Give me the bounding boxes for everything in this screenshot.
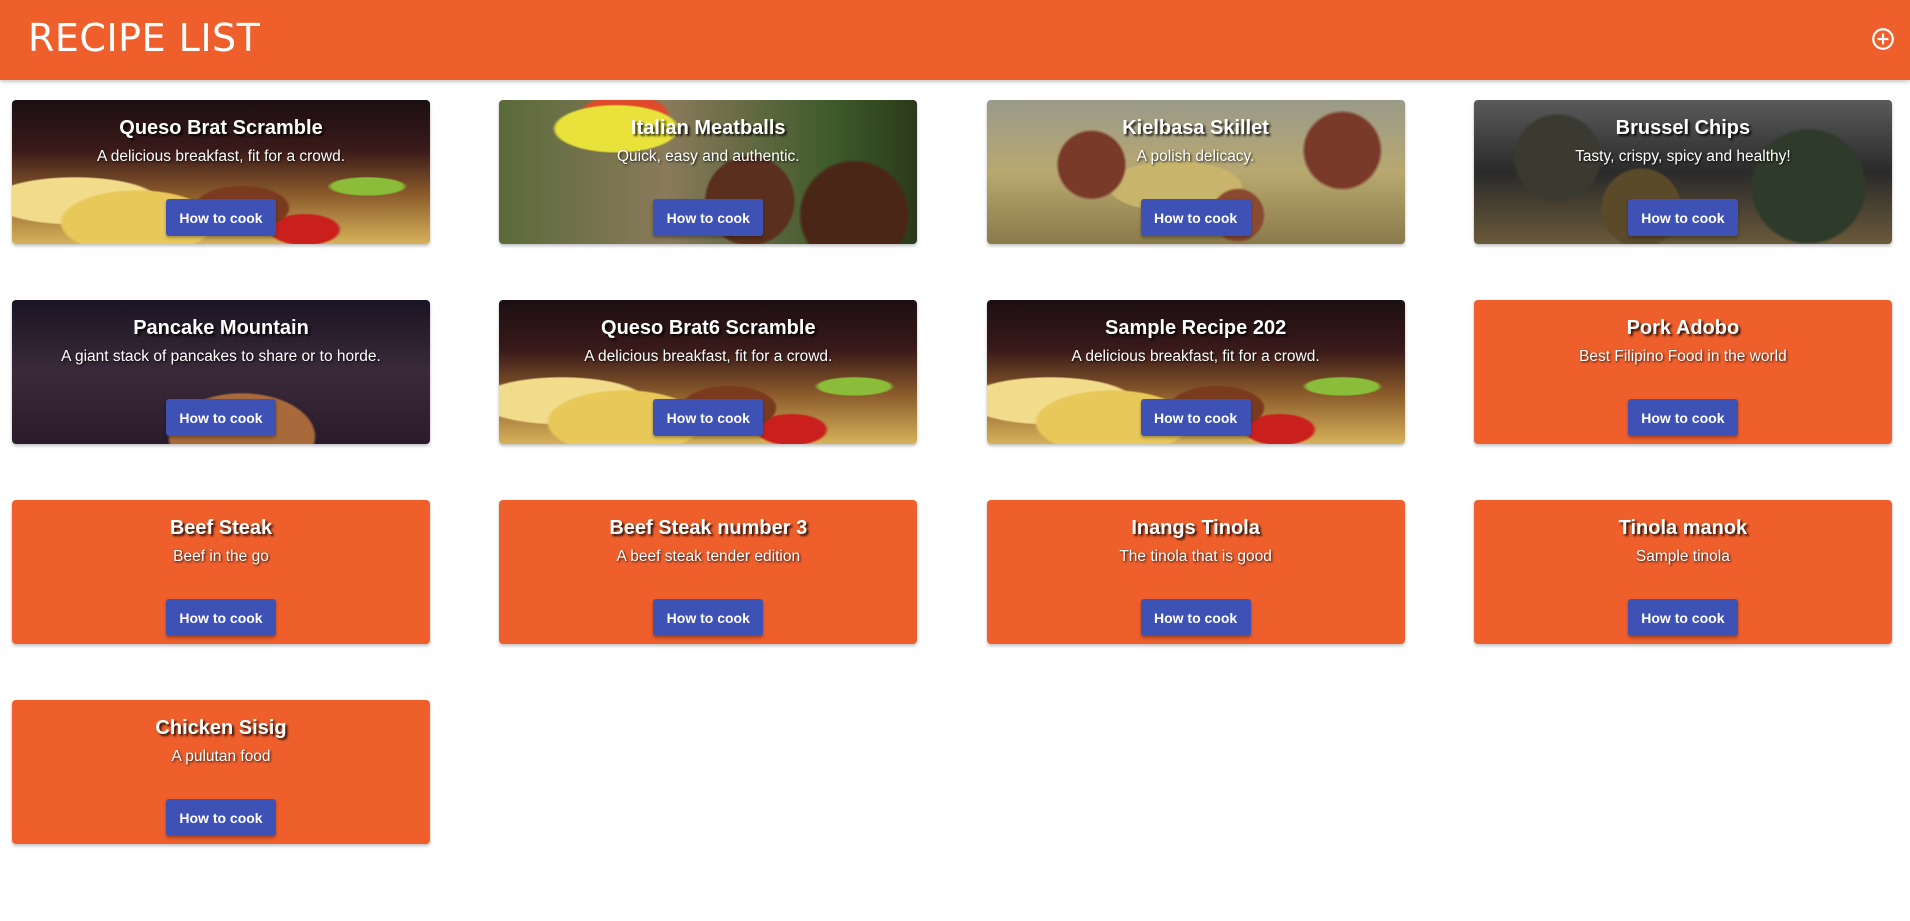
recipe-card: Kielbasa Skillet A polish delicacy. How to… (986, 100, 1405, 244)
recipe-card: Pork Adobo Best Filipino Food in the worl… (1473, 300, 1892, 444)
recipe-description: Tasty, crispy, spicy and healthy! (1575, 148, 1791, 165)
how-to-cook-button[interactable]: How to cook (1627, 199, 1738, 236)
recipe-card: Sample Recipe 202 A delicious breakfast, … (986, 300, 1405, 444)
recipe-description: A pulutan food (171, 748, 271, 765)
recipe-card: Tinola manok Sample tinola How to cook (1473, 500, 1892, 644)
recipe-description: Best Filipino Food in the world (1579, 348, 1787, 365)
recipe-title: Beef Steak (169, 517, 273, 539)
recipe-title: Sample Recipe 202 (1104, 317, 1287, 339)
how-to-cook-button[interactable]: How to cook (166, 399, 276, 436)
recipe-description: Sample tinola (1635, 548, 1730, 565)
recipe-description: Quick, easy and authentic. (616, 148, 800, 165)
recipe-title: Beef Steak number 3 (609, 517, 808, 539)
how-to-cook-button[interactable]: How to cook (1140, 599, 1251, 636)
recipe-title: Chicken Sisig (155, 717, 287, 739)
how-to-cook-button[interactable]: How to cook (1140, 399, 1251, 436)
add-circle-outline-icon (1872, 28, 1894, 50)
recipe-card: Queso Brat6 Scramble A delicious breakfas… (499, 300, 918, 444)
recipe-title: Queso Brat6 Scramble (601, 317, 816, 339)
recipe-card: Inangs Tinola The tinola that is good How … (986, 500, 1405, 644)
recipe-title: Pancake Mountain (133, 317, 309, 339)
page-title: RECIPE LIST (28, 16, 261, 60)
how-to-cook-button[interactable]: How to cook (166, 799, 276, 836)
recipe-description: A giant stack of pancakes to share or to… (61, 348, 381, 365)
recipe-description: A delicious breakfast, fit for a crowd. (96, 148, 346, 165)
recipe-title: Tinola manok (1618, 517, 1748, 539)
how-to-cook-button[interactable]: How to cook (653, 399, 764, 436)
app-bar: RECIPE LIST (0, 0, 1910, 80)
how-to-cook-button[interactable]: How to cook (1140, 199, 1251, 236)
recipe-title: Inangs Tinola (1131, 517, 1260, 539)
how-to-cook-button[interactable]: How to cook (1627, 399, 1738, 436)
recipe-card: Chicken Sisig A pulutan food How to cook (12, 700, 430, 844)
recipe-title: Brussel Chips (1615, 117, 1751, 139)
how-to-cook-button[interactable]: How to cook (166, 599, 276, 636)
recipe-card: Italian Meatballs Quick, easy and authent… (499, 100, 918, 244)
recipe-title: Kielbasa Skillet (1122, 117, 1269, 139)
recipe-description: A delicious breakfast, fit for a crowd. (1071, 348, 1320, 365)
how-to-cook-button[interactable]: How to cook (1627, 599, 1738, 636)
recipe-card: Beef Steak number 3 A beef steak tender e… (499, 500, 918, 644)
recipe-title: Queso Brat Scramble (119, 117, 323, 139)
recipe-description: A polish delicacy. (1136, 148, 1255, 165)
recipe-description: A beef steak tender edition (616, 548, 801, 565)
how-to-cook-button[interactable]: How to cook (653, 199, 764, 236)
recipe-card: Pancake Mountain A giant stack of pancake… (12, 300, 430, 444)
how-to-cook-button[interactable]: How to cook (166, 199, 276, 236)
recipe-grid: Queso Brat Scramble A delicious breakfast… (12, 100, 1892, 844)
recipe-description: Beef in the go (173, 548, 269, 565)
add-recipe-button[interactable] (1870, 26, 1896, 52)
how-to-cook-button[interactable]: How to cook (653, 599, 764, 636)
recipe-title: Italian Meatballs (631, 117, 786, 139)
recipe-description: A delicious breakfast, fit for a crowd. (584, 348, 833, 365)
recipe-card: Beef Steak Beef in the go How to cook (12, 500, 430, 644)
recipe-card: Brussel Chips Tasty, crispy, spicy and he… (1473, 100, 1892, 244)
recipe-title: Pork Adobo (1626, 317, 1740, 339)
recipe-description: The tinola that is good (1119, 548, 1272, 565)
recipe-card: Queso Brat Scramble A delicious breakfast… (12, 100, 430, 244)
